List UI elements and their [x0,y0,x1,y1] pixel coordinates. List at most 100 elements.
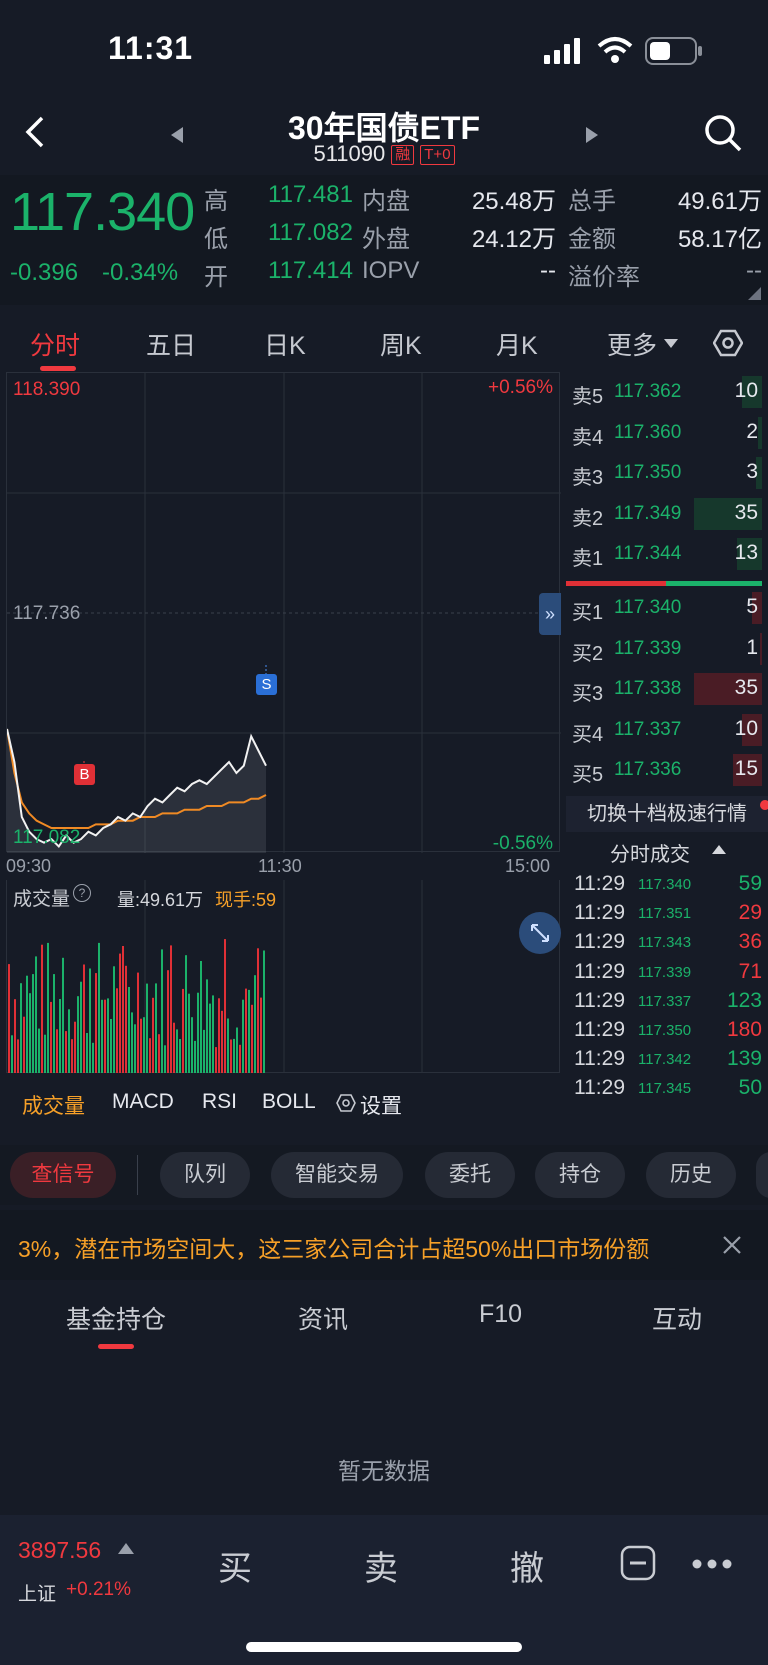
indicator-settings[interactable]: 设置 [360,1090,402,1120]
bid-row[interactable]: 买1 117.340 5 [566,588,768,628]
current-price: 117.340 [10,182,195,242]
divider [137,1155,138,1195]
volume-bar [8,964,10,1073]
volume-bar [104,999,106,1073]
trade-qty: 139 [726,1047,762,1071]
more-options-icon[interactable] [692,1559,732,1569]
volume-bar [239,1044,241,1073]
news-ticker[interactable]: 3%，潜在市场空间大，这三家公司合计占超50%出口市场份额 [0,1210,768,1280]
active-tab-indicator [40,366,76,371]
tab-monthly-k[interactable]: 月K [496,326,538,362]
help-icon[interactable]: ? [73,884,91,902]
expand-book-icon[interactable]: » [539,593,561,635]
trade-qty: 59 [738,872,762,895]
volume-bar [230,1039,232,1073]
positions-button[interactable]: 持仓 [535,1152,625,1198]
trade-time: 11:29 [574,959,625,983]
volume-bar [101,999,103,1073]
bid-row[interactable]: 买5 117.336 15 [566,750,768,790]
tab-weekly-k[interactable]: 周K [380,326,422,362]
tab-daily-k[interactable]: 日K [264,326,306,362]
indicator-rsi[interactable]: RSI [202,1090,237,1114]
bid-row[interactable]: 买2 117.339 1 [566,629,768,669]
buy-button[interactable]: 买 [218,1541,252,1590]
next-stock-icon[interactable] [585,126,599,144]
indicator-volume[interactable]: 成交量 [22,1090,85,1120]
ask-row[interactable]: 卖4 117.360 2 [566,413,768,453]
trade-time: 11:29 [574,1047,625,1071]
ask-row[interactable]: 卖3 117.350 3 [566,453,768,493]
smart-trade-button[interactable]: 智能交易 [271,1152,403,1198]
queue-button[interactable]: 队列 [160,1152,250,1198]
settings-hex-icon[interactable] [713,328,743,358]
ask-row[interactable]: 卖5 117.362 10 [566,372,768,412]
volume-bar [161,949,163,1073]
sell-button[interactable]: 卖 [364,1541,398,1590]
volume-bar [137,972,139,1073]
bid-level: 买2 [572,642,604,665]
trade-price: 117.339 [638,963,692,981]
bid-level: 买4 [572,723,604,746]
tab-more[interactable]: 更多 [607,326,657,362]
content-tabs: 基金持仓 资讯 F10 互动 [0,1282,768,1352]
close-icon[interactable] [722,1235,742,1255]
total-label: 总手 [568,188,616,215]
fullscreen-icon[interactable] [519,912,561,954]
more-dropdown-icon [664,339,678,348]
ask-qty: 2 [746,419,758,443]
bid-row[interactable]: 买4 117.337 10 [566,710,768,750]
signal-button[interactable]: 查信号 [10,1152,116,1198]
switch-depth-button[interactable]: 切换十档极速行情 [566,796,768,832]
index-value[interactable]: 3897.56 [18,1537,101,1564]
tab-intraday[interactable]: 分时 [30,326,80,362]
intraday-chart[interactable]: 118.390 +0.56% 117.736 117.082 -0.56% B … [6,372,561,854]
time-start-label: 09:30 [6,856,52,876]
volume-bar [194,1040,196,1073]
more-pill[interactable] [756,1152,768,1198]
bid-row[interactable]: 买3 117.338 35 [566,669,768,709]
bid-level: 买5 [572,764,604,786]
tab-news[interactable]: 资讯 [298,1300,348,1336]
tab-5day[interactable]: 五日 [146,326,196,362]
sell-signal-marker[interactable]: S [256,674,277,695]
price-change: -0.396 [10,259,79,286]
volume-bar [26,975,28,1073]
ask-qty: 13 [734,541,758,564]
content-tab-indicator [98,1344,134,1349]
volume-panel: 成交量 ? 量:49.61万 现手:59 [6,880,561,1073]
volume-bar [50,1001,52,1073]
orders-button[interactable]: 委托 [425,1152,515,1198]
volume-bar [110,1019,112,1073]
news-text: 3%，潜在市场空间大，这三家公司合计占超50%出口市场份额 [18,1236,650,1262]
ask-row[interactable]: 卖2 117.349 35 [566,494,768,534]
trade-qty: 29 [738,901,762,925]
volume-bar [74,1021,76,1073]
search-icon[interactable] [703,113,743,153]
sell-ratio-bar [566,581,666,586]
bid-qty: 5 [746,595,758,618]
trade-price: 117.340 [638,876,692,893]
bid-price: 117.340 [614,597,682,618]
bid-price: 117.339 [614,637,682,659]
trades-header[interactable]: 分时成交 [610,838,690,867]
tab-f10[interactable]: F10 [479,1300,522,1329]
volume-bar [47,942,49,1073]
indicator-boll[interactable]: BOLL [262,1090,316,1114]
buy-signal-marker[interactable]: B [74,764,95,785]
tab-fund-holdings[interactable]: 基金持仓 [66,1300,166,1336]
cancel-order-button[interactable]: 撤 [510,1541,544,1590]
bid-qty: 10 [734,716,758,740]
volume-label: 成交量 [13,889,71,910]
history-button[interactable]: 历史 [646,1152,736,1198]
total-value: 49.61万 [677,188,762,215]
tab-interaction[interactable]: 互动 [652,1300,702,1336]
volume-bar [83,964,85,1073]
expand-corner-icon[interactable] [748,287,762,301]
ask-price: 117.360 [614,421,682,443]
volume-bar [164,1045,166,1073]
indicator-macd[interactable]: MACD [112,1090,174,1114]
collapse-panel-icon[interactable] [620,1545,656,1581]
trade-time: 11:29 [574,988,625,1012]
trade-price: 117.342 [638,1051,692,1069]
ask-row[interactable]: 卖1 117.344 13 [566,534,768,574]
